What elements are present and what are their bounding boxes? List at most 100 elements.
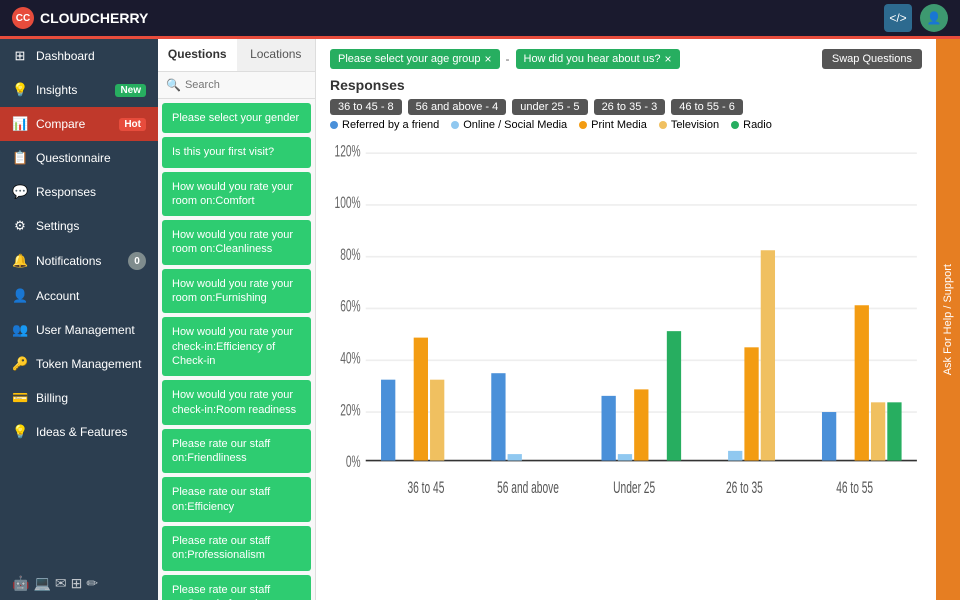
legend-tag-label-1: 56 and above - 4 [416, 101, 499, 113]
question-item-3[interactable]: How would you rate your room on:Cleanlin… [162, 220, 311, 265]
svg-text:26 to 35: 26 to 35 [726, 479, 763, 497]
tab-locations[interactable]: Locations [237, 39, 316, 71]
legend-dot-4 [731, 121, 739, 129]
responses-icon: 💬 [12, 184, 28, 200]
question-item-10[interactable]: Please rate our staff on:Speed of servic… [162, 575, 311, 600]
insights-icon: 💡 [12, 82, 28, 98]
help-sidebar[interactable]: Ask For Help / Support [936, 39, 960, 600]
sidebar-item-insights[interactable]: 💡 Insights New [0, 73, 158, 107]
question-item-9[interactable]: Please rate our staff on:Professionalism [162, 526, 311, 571]
legend-tag-label-3: 26 to 35 - 3 [602, 101, 658, 113]
sidebar-label-dashboard: Dashboard [36, 49, 146, 63]
questions-tabs: Questions Locations [158, 39, 315, 72]
questions-list: Please select your gender Is this your f… [158, 99, 315, 600]
sidebar-item-dashboard[interactable]: ⊞ Dashboard [0, 39, 158, 73]
question-item-5[interactable]: How would you rate your check-in:Efficie… [162, 317, 311, 376]
sidebar-item-compare[interactable]: 📊 Compare Hot [0, 107, 158, 141]
sidebar-item-responses[interactable]: 💬 Responses [0, 175, 158, 209]
sidebar-item-settings[interactable]: ⚙ Settings [0, 209, 158, 243]
legend-tag-2: under 25 - 5 [512, 99, 587, 115]
user-avatar[interactable]: 👤 [920, 4, 948, 32]
code-icon[interactable]: </> [884, 4, 912, 32]
sidebar-item-account[interactable]: 👤 Account [0, 279, 158, 313]
legend-tag-4: 46 to 55 - 6 [671, 99, 743, 115]
search-icon: 🔍 [166, 78, 181, 92]
email-icon[interactable]: ✉ [55, 575, 67, 592]
sidebar-item-questionnaire[interactable]: 📋 Questionnaire [0, 141, 158, 175]
question-item-6[interactable]: How would you rate your check-in:Room re… [162, 380, 311, 425]
edit-icon[interactable]: ✏ [86, 575, 98, 592]
legend-tags: 36 to 45 - 8 56 and above - 4 under 25 -… [330, 99, 922, 115]
sidebar-item-notifications[interactable]: 🔔 Notifications 0 [0, 243, 158, 279]
legend-label-4: Radio [743, 119, 772, 131]
legend-dot-1 [451, 121, 459, 129]
account-icon: 👤 [12, 288, 28, 304]
filter-tag-hear[interactable]: How did you hear about us? × [516, 49, 680, 69]
legend-label-2: Print Media [591, 119, 647, 131]
legend-dot-0 [330, 121, 338, 129]
ideas-icon: 💡 [12, 424, 28, 440]
question-item-4[interactable]: How would you rate your room on:Furnishi… [162, 269, 311, 314]
questionnaire-icon: 📋 [12, 150, 28, 166]
filter-label-age: Please select your age group [338, 53, 480, 65]
svg-text:36 to 45: 36 to 45 [408, 479, 445, 497]
svg-text:40%: 40% [340, 349, 360, 367]
legend-label-1: Online / Social Media [463, 119, 567, 131]
laptop-icon[interactable]: 💻 [33, 575, 50, 592]
android-icon[interactable]: 🤖 [12, 575, 29, 592]
sidebar-label-notifications: Notifications [36, 254, 120, 268]
question-item-0[interactable]: Please select your gender [162, 103, 311, 133]
svg-text:56 and above: 56 and above [497, 479, 559, 497]
search-box: 🔍 [158, 72, 315, 99]
filter-close-hear[interactable]: × [664, 52, 671, 66]
question-item-7[interactable]: Please rate our staff on:Friendliness [162, 429, 311, 474]
question-item-8[interactable]: Please rate our staff on:Efficiency [162, 477, 311, 522]
responses-title: Responses [330, 77, 922, 93]
grid-icon[interactable]: ⊞ [71, 575, 83, 592]
question-item-1[interactable]: Is this your first visit? [162, 137, 311, 167]
main-layout: ⊞ Dashboard 💡 Insights New 📊 Compare Hot… [0, 39, 960, 600]
sidebar-label-settings: Settings [36, 219, 146, 233]
chart-area: Please select your age group × - How did… [316, 39, 936, 600]
settings-icon: ⚙ [12, 218, 28, 234]
legend-tag-label-4: 46 to 55 - 6 [679, 101, 735, 113]
insights-badge: New [115, 84, 146, 97]
legend-tag-label-2: under 25 - 5 [520, 101, 579, 113]
swap-button[interactable]: Swap Questions [822, 49, 922, 69]
topbar-actions: </> 👤 [884, 4, 948, 32]
legend-entry-0: Referred by a friend [330, 119, 439, 131]
svg-text:0%: 0% [346, 453, 361, 471]
sidebar-item-billing[interactable]: 💳 Billing [0, 381, 158, 415]
filter-tag-age[interactable]: Please select your age group × [330, 49, 500, 69]
notifications-icon: 🔔 [12, 253, 28, 269]
sidebar-label-insights: Insights [36, 83, 107, 97]
svg-text:46 to 55: 46 to 55 [836, 479, 873, 497]
filter-divider: - [506, 52, 510, 66]
legend-dot-3 [659, 121, 667, 129]
filter-close-age[interactable]: × [484, 52, 491, 66]
filter-label-hear: How did you hear about us? [524, 53, 661, 65]
sidebar-label-account: Account [36, 289, 146, 303]
search-input[interactable] [185, 79, 307, 91]
svg-text:60%: 60% [340, 297, 360, 315]
sidebar-item-ideas-features[interactable]: 💡 Ideas & Features [0, 415, 158, 449]
sidebar-item-user-management[interactable]: 👥 User Management [0, 313, 158, 347]
chart-container: 120% 100% 80% 60% 40% 20% 0% [330, 137, 922, 590]
sidebar-label-billing: Billing [36, 391, 146, 405]
legend-tag-label-0: 36 to 45 - 8 [338, 101, 394, 113]
legend-entry-2: Print Media [579, 119, 647, 131]
legend-entry-4: Radio [731, 119, 772, 131]
sidebar-item-token-management[interactable]: 🔑 Token Management [0, 347, 158, 381]
sidebar-label-compare: Compare [36, 117, 111, 131]
sidebar-label-questionnaire: Questionnaire [36, 151, 146, 165]
question-item-2[interactable]: How would you rate your room on:Comfort [162, 172, 311, 217]
help-sidebar-text: Ask For Help / Support [942, 264, 954, 375]
notifications-badge: 0 [128, 252, 146, 270]
tab-questions[interactable]: Questions [158, 39, 237, 71]
compare-badge: Hot [119, 118, 146, 131]
svg-text:Under 25: Under 25 [613, 479, 655, 497]
legend-label-3: Television [671, 119, 719, 131]
sidebar-label-user-management: User Management [36, 323, 146, 337]
questions-panel: Questions Locations 🔍 Please select your… [158, 39, 316, 600]
svg-text:100%: 100% [335, 194, 361, 212]
